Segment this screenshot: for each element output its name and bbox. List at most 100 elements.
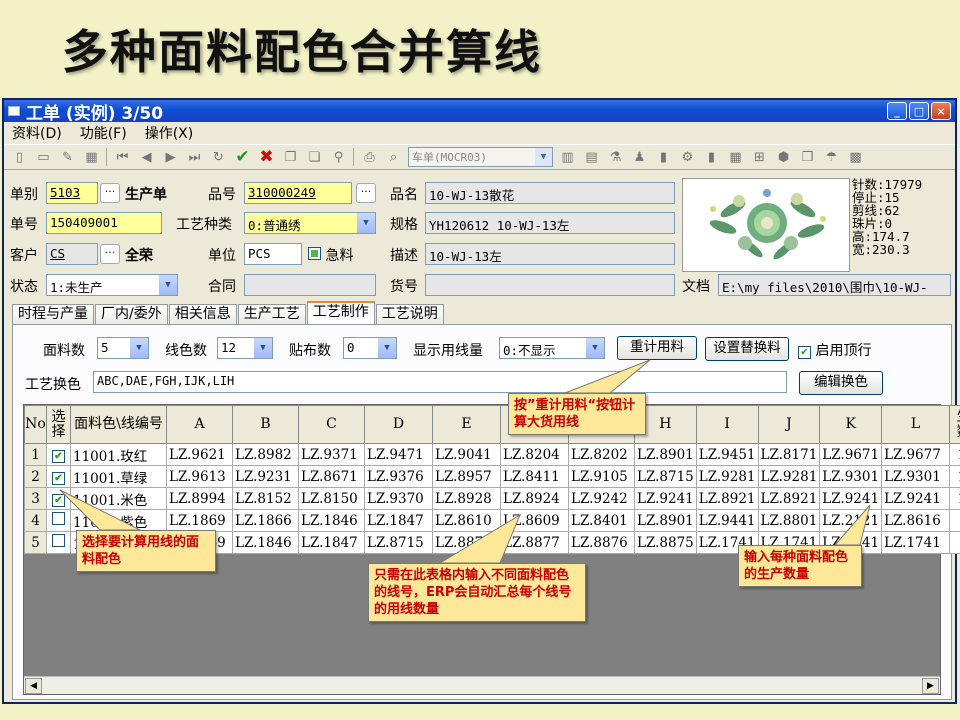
craft-color-field[interactable]: ABC,DAE,FGH,IJK,LIH (93, 371, 787, 393)
production-qty-cell[interactable]: 80 (949, 531, 960, 554)
thread-code-cell[interactable]: LZ.9105 (568, 465, 635, 488)
table-row[interactable]: 3 ✔ 11001.米色 LZ.8994 LZ.8152 LZ.8150 LZ.9370 LZ… (24, 487, 960, 510)
thread-code-cell[interactable]: LZ.9613 (166, 465, 233, 488)
thread-code-cell[interactable]: LZ.9376 (364, 465, 433, 488)
thread-code-cell[interactable]: LZ.8928 (432, 487, 501, 510)
tab-craft-notes[interactable]: 工艺说明 (375, 304, 444, 324)
grid-header-11[interactable]: I (695, 405, 759, 444)
thread-code-cell[interactable]: LZ.9242 (568, 487, 635, 510)
checked-checkbox[interactable]: ✔ (52, 493, 65, 507)
grid-header-0[interactable]: No (24, 405, 47, 444)
thread-code-cell[interactable]: LZ.8901 (634, 509, 697, 532)
grid-header-5[interactable]: C (298, 405, 365, 444)
production-qty-cell[interactable]: 100 (949, 487, 960, 510)
flask-icon[interactable]: ⚗ (606, 150, 625, 165)
thread-code-cell[interactable]: LZ.8879 (432, 531, 501, 554)
next-record-icon[interactable]: ▶ (161, 150, 180, 165)
doc-field[interactable]: E:\my files\2010\围巾\10-WJ- (718, 274, 951, 296)
close-button[interactable]: × (931, 102, 951, 120)
thread-code-cell[interactable]: LZ.8411 (500, 465, 569, 488)
last-record-icon[interactable]: ⏭ (185, 150, 204, 165)
thread-code-cell[interactable]: LZ.8982 (232, 443, 299, 466)
first-record-icon[interactable]: ⏮ (113, 150, 132, 165)
tab-related-info[interactable]: 相关信息 (168, 304, 237, 324)
thread-code-cell[interactable]: LZ.8171 (757, 443, 821, 466)
thread-code-cell[interactable]: LZ.9281 (757, 465, 821, 488)
thread-code-cell[interactable]: LZ.8616 (881, 509, 951, 532)
contract-field[interactable] (244, 274, 376, 296)
patch-count-select[interactable]: 0 ▼ (343, 337, 397, 359)
thread-code-cell[interactable]: LZ.8877 (500, 531, 569, 554)
thread-code-cell[interactable]: LZ.8202 (568, 443, 635, 466)
thread-code-cell[interactable]: LZ.1869 (166, 509, 233, 532)
product-no-lookup-button[interactable]: ··· (356, 183, 376, 203)
stamp-icon[interactable]: ⬢ (774, 150, 793, 165)
order-type-field[interactable]: 5103 (46, 182, 98, 204)
settings-icon[interactable]: ⚙ (678, 150, 697, 165)
thread-code-cell[interactable]: LZ.9241 (634, 487, 697, 510)
thread-code-cell[interactable]: LZ.9301 (881, 465, 951, 488)
table-row[interactable]: 4 11001.紫色 LZ.1869 LZ.1866 LZ.1846 LZ.1847 LZ.… (24, 509, 960, 532)
fabric-color-cell[interactable]: 11001.米色 (70, 487, 167, 510)
urgent-checkbox[interactable]: 急料 (308, 245, 353, 265)
confirm-icon[interactable]: ✔ (233, 147, 252, 167)
new-icon[interactable]: ▯ (10, 150, 29, 165)
show-usage-select[interactable]: 0:不显示 ▼ (499, 337, 605, 359)
grid-header-12[interactable]: J (757, 405, 821, 444)
tab-craft-making[interactable]: 工艺制作 (306, 301, 375, 324)
menu-function[interactable]: 功能(F) (80, 123, 127, 143)
production-qty-cell[interactable]: 120 (949, 465, 960, 488)
set-replace-button[interactable]: 设置替换料 (705, 337, 789, 361)
thread-code-cell[interactable]: LZ.9241 (881, 487, 951, 510)
thread-code-cell[interactable]: LZ.9301 (819, 465, 883, 488)
unchecked-checkbox[interactable] (52, 534, 65, 547)
status-select[interactable]: 1:未生产 ▼ (46, 274, 178, 296)
unit-field[interactable]: PCS (244, 243, 302, 265)
production-qty-cell[interactable]: 100 (949, 443, 960, 466)
row-select-cell[interactable]: ✔ (46, 487, 71, 510)
thread-code-cell[interactable]: LZ.9241 (819, 487, 883, 510)
row-select-cell[interactable] (46, 509, 71, 532)
edit-color-button[interactable]: 编辑换色 (799, 371, 883, 395)
thread-code-cell[interactable]: LZ.8610 (432, 509, 501, 532)
grid-header-2[interactable]: 面料色\线编号 (70, 405, 167, 444)
table-row[interactable]: 1 ✔ 11001.玫红 LZ.9621 LZ.8982 LZ.9371 LZ.9471 LZ… (24, 443, 960, 466)
minimize-button[interactable]: _ (887, 102, 907, 120)
bottle-icon[interactable]: ▮ (702, 150, 721, 165)
user-icon[interactable]: ♟ (630, 150, 649, 165)
unchecked-checkbox[interactable] (52, 512, 65, 525)
thread-code-cell[interactable]: LZ.1847 (298, 531, 365, 554)
product-name-field[interactable]: 10-WJ-13散花 (425, 182, 675, 204)
craft-type-select[interactable]: 0:普通绣 ▼ (244, 212, 376, 234)
thread-count-select[interactable]: 12 ▼ (217, 337, 273, 359)
enable-top-checkbox[interactable]: ✔ 启用顶行 (798, 340, 871, 360)
scroll-left-icon[interactable]: ◀ (25, 678, 42, 694)
recalc-button[interactable]: 重计用料 (617, 336, 697, 360)
customer-field[interactable]: CS (46, 243, 98, 265)
row-select-cell[interactable]: ✔ (46, 465, 71, 488)
thread-code-cell[interactable]: LZ.9041 (432, 443, 501, 466)
copy-icon[interactable]: ❐ (281, 150, 300, 165)
paste-icon[interactable]: ❏ (305, 150, 324, 165)
product-no-field[interactable]: 310000249 (244, 182, 352, 204)
order-type-lookup-button[interactable]: ··· (100, 183, 120, 203)
thread-code-cell[interactable]: LZ.8876 (568, 531, 635, 554)
thread-code-cell[interactable]: LZ.9441 (695, 509, 759, 532)
thread-code-cell[interactable]: LZ.8875 (634, 531, 697, 554)
thread-code-cell[interactable]: LZ.9621 (166, 443, 233, 466)
document-icon[interactable]: ▤ (582, 150, 601, 165)
tab-outsource[interactable]: 厂内/委外 (95, 304, 168, 324)
refresh-icon[interactable]: ↻ (209, 150, 228, 165)
grid-header-7[interactable]: E (432, 405, 501, 444)
window-titlebar[interactable]: 工单 (实例) 3/50 _ □ × (4, 100, 955, 124)
row-select-cell[interactable] (46, 531, 71, 554)
thread-code-cell[interactable]: LZ.9281 (695, 465, 759, 488)
thread-code-cell[interactable]: LZ.9677 (881, 443, 951, 466)
thread-code-cell[interactable]: LZ.9370 (364, 487, 433, 510)
scroll-right-icon[interactable]: ▶ (922, 678, 939, 694)
chart-icon[interactable]: ▮ (654, 150, 673, 165)
grid-icon[interactable]: ▩ (846, 150, 865, 165)
print-icon[interactable]: ⎙ (360, 150, 379, 165)
checked-checkbox[interactable]: ✔ (52, 471, 65, 485)
desc-field[interactable]: 10-WJ-13左 (425, 243, 675, 265)
